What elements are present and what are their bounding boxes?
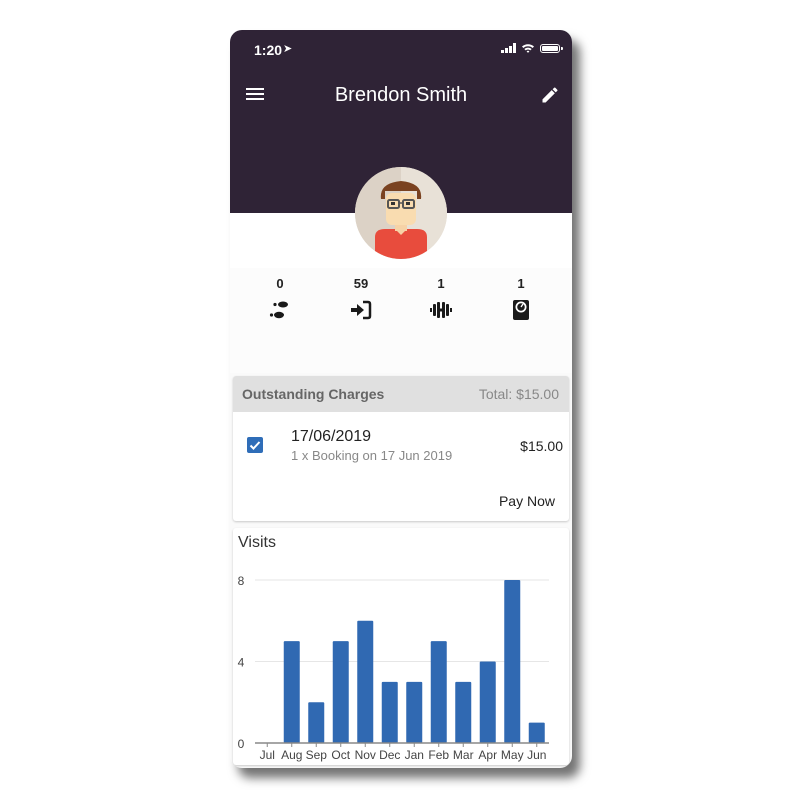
status-time: 1:20: [254, 42, 283, 58]
x-tick-label: Mar: [453, 748, 474, 762]
charge-amount: $15.00: [520, 438, 563, 454]
footsteps-icon: [269, 301, 288, 319]
y-tick-label: 8: [238, 574, 245, 588]
x-tick-label: Oct: [331, 748, 350, 762]
status-icons: [501, 43, 563, 53]
outstanding-charges-card: Outstanding Charges Total: $15.00 17/06/…: [233, 376, 569, 521]
charges-header: Outstanding Charges Total: $15.00: [233, 376, 569, 412]
pencil-edit-icon[interactable]: [540, 85, 560, 105]
page-title: Brendon Smith: [334, 84, 468, 106]
stat-steps[interactable]: 0: [250, 276, 310, 322]
stat-weigh-ins[interactable]: 1: [491, 276, 551, 322]
stat-value: 1: [517, 276, 525, 291]
bar: [381, 681, 398, 743]
status-bar: 1:20 ➤: [230, 30, 572, 70]
bar: [479, 661, 496, 743]
y-tick-label: 0: [238, 737, 245, 751]
bar: [406, 681, 423, 743]
bar: [283, 641, 300, 743]
x-tick-label: Sep: [306, 748, 328, 762]
wifi-icon: [522, 44, 534, 53]
visits-chart: 0 4 8 Jul Aug Sep Oct Nov Dec Jan Feb Mar Apr May Jun: [238, 574, 549, 762]
charges-title: Outstanding Charges: [242, 386, 385, 402]
stat-check-ins[interactable]: 59: [331, 276, 391, 322]
bar: [504, 580, 521, 743]
bar: [308, 702, 325, 743]
bar: [528, 722, 545, 743]
stat-workouts[interactable]: 1: [411, 276, 471, 322]
stat-value: 1: [437, 276, 445, 291]
dumbbell-icon: [430, 302, 452, 318]
x-tick-label: Feb: [428, 748, 449, 762]
bar: [357, 620, 374, 743]
weight-scale-icon: [513, 300, 529, 320]
x-tick-label: Jan: [405, 748, 424, 762]
x-tick-label: Apr: [478, 748, 497, 762]
avatar[interactable]: [355, 167, 447, 259]
bar: [430, 641, 447, 743]
stat-value: 0: [276, 276, 284, 291]
charge-description: 1 x Booking on 17 Jun 2019: [291, 448, 453, 463]
checkmark-icon: [249, 441, 261, 450]
location-arrow-icon: ➤: [283, 43, 293, 55]
x-tick-label: Jul: [260, 748, 275, 762]
y-tick-label: 4: [238, 656, 245, 670]
x-tick-label: Nov: [355, 748, 376, 762]
visits-card: Visits 0 4 8 Jul Aug Sep Oct Nov Dec Jan Feb Mar Apr…: [233, 528, 569, 765]
phone-frame: 1:20 ➤ Brendon Smith 0 59 1 1 Outstandin…: [230, 30, 572, 768]
stats-row: 0 59 1 1: [230, 268, 572, 373]
x-tick-label: Dec: [379, 748, 400, 762]
bar: [455, 681, 472, 743]
x-tick-label: Aug: [281, 748, 302, 762]
charge-date: 17/06/2019: [291, 428, 372, 445]
battery-icon: [540, 43, 563, 53]
charge-checkbox[interactable]: [247, 437, 263, 453]
bar: [332, 641, 349, 743]
signal-icon: [501, 43, 516, 53]
charges-total: Total: $15.00: [478, 386, 559, 402]
sign-in-icon: [351, 300, 372, 320]
x-tick-label: May: [501, 748, 524, 762]
x-tick-label: Jun: [527, 748, 546, 762]
pay-now-button[interactable]: Pay Now: [499, 493, 555, 509]
stat-value: 59: [353, 276, 369, 291]
avatar-illustration: [355, 167, 447, 259]
